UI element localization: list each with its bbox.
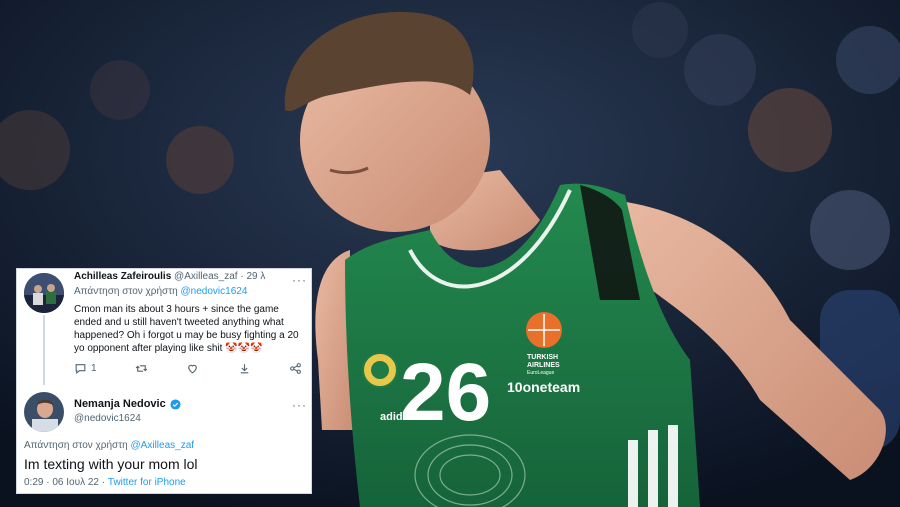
thread-connector-line: [43, 315, 45, 385]
adidas-logo: adidas: [380, 411, 415, 423]
share-icon: [290, 362, 301, 374]
author-handle[interactable]: @nedovic1624: [74, 413, 294, 424]
author-name[interactable]: Achilleas Zafeiroulis: [74, 271, 171, 282]
author-name[interactable]: Nemanja Nedovic: [74, 398, 166, 410]
avatar-achilleas[interactable]: [24, 273, 64, 313]
replying-prefix: Απάντηση στον χρήστη: [74, 286, 178, 297]
more-icon[interactable]: ···: [292, 273, 307, 287]
svg-text:EuroLeague: EuroLeague: [527, 370, 554, 376]
share-button[interactable]: [289, 362, 302, 375]
replying-to-link[interactable]: @Axilleas_zaf: [131, 440, 195, 451]
jersey-sponsor: 10oneteam: [507, 379, 580, 395]
retweet-button[interactable]: [135, 362, 148, 375]
tweet-meta: 0:29 · 06 Ιουλ 22 · Twitter for iPhone: [24, 477, 186, 488]
tweet-body: Cmon man its about 3 hours + since the g…: [74, 304, 299, 354]
tweet-body: Im texting with your mom lol: [24, 456, 198, 472]
tweet-header: Nemanja Nedovic: [74, 398, 294, 410]
svg-text:TURKISH: TURKISH: [527, 354, 558, 361]
tweet-nedovic: Nemanja Nedovic @nedovic1624: [74, 398, 294, 424]
svg-text:AIRLINES: AIRLINES: [527, 362, 560, 369]
replying-to-link[interactable]: @nedovic1624: [181, 286, 248, 297]
tweet-age[interactable]: 29 λ: [246, 271, 265, 282]
reply-button[interactable]: 1: [74, 362, 97, 375]
tweet-achilleas: Achilleas Zafeiroulis @Axilleas_zaf · 29…: [74, 271, 304, 355]
replying-prefix: Απάντηση στον χρήστη: [24, 440, 128, 451]
tweet-actions: 1: [74, 360, 302, 376]
tweet-header: Achilleas Zafeiroulis @Axilleas_zaf · 29…: [74, 271, 304, 282]
reply-icon: [75, 363, 86, 374]
like-button[interactable]: [186, 362, 199, 375]
jersey-number: 26: [400, 347, 491, 438]
tweet-date[interactable]: 06 Ιουλ 22: [52, 477, 99, 488]
download-icon: [240, 363, 248, 373]
author-handle[interactable]: @Axilleas_zaf: [174, 271, 238, 282]
like-icon: [188, 364, 198, 373]
tweet-source[interactable]: Twitter for iPhone: [108, 477, 186, 488]
club-crest: [362, 352, 398, 388]
avatar-nedovic[interactable]: [24, 392, 64, 432]
retweet-icon: [135, 364, 148, 372]
reply-count: 1: [91, 362, 97, 374]
separator-dot: ·: [240, 271, 244, 282]
replying-to-line: Απάντηση στον χρήστη @nedovic1624: [74, 286, 304, 297]
tweet-time[interactable]: 0:29: [24, 477, 43, 488]
more-icon[interactable]: ···: [292, 398, 307, 412]
download-button[interactable]: [238, 362, 251, 375]
meta-dot: ·: [46, 477, 50, 488]
verified-badge-icon: [170, 398, 181, 410]
replying-to-line: Απάντηση στον χρήστη @Axilleas_zaf: [24, 440, 194, 451]
meta-dot: ·: [101, 477, 106, 488]
